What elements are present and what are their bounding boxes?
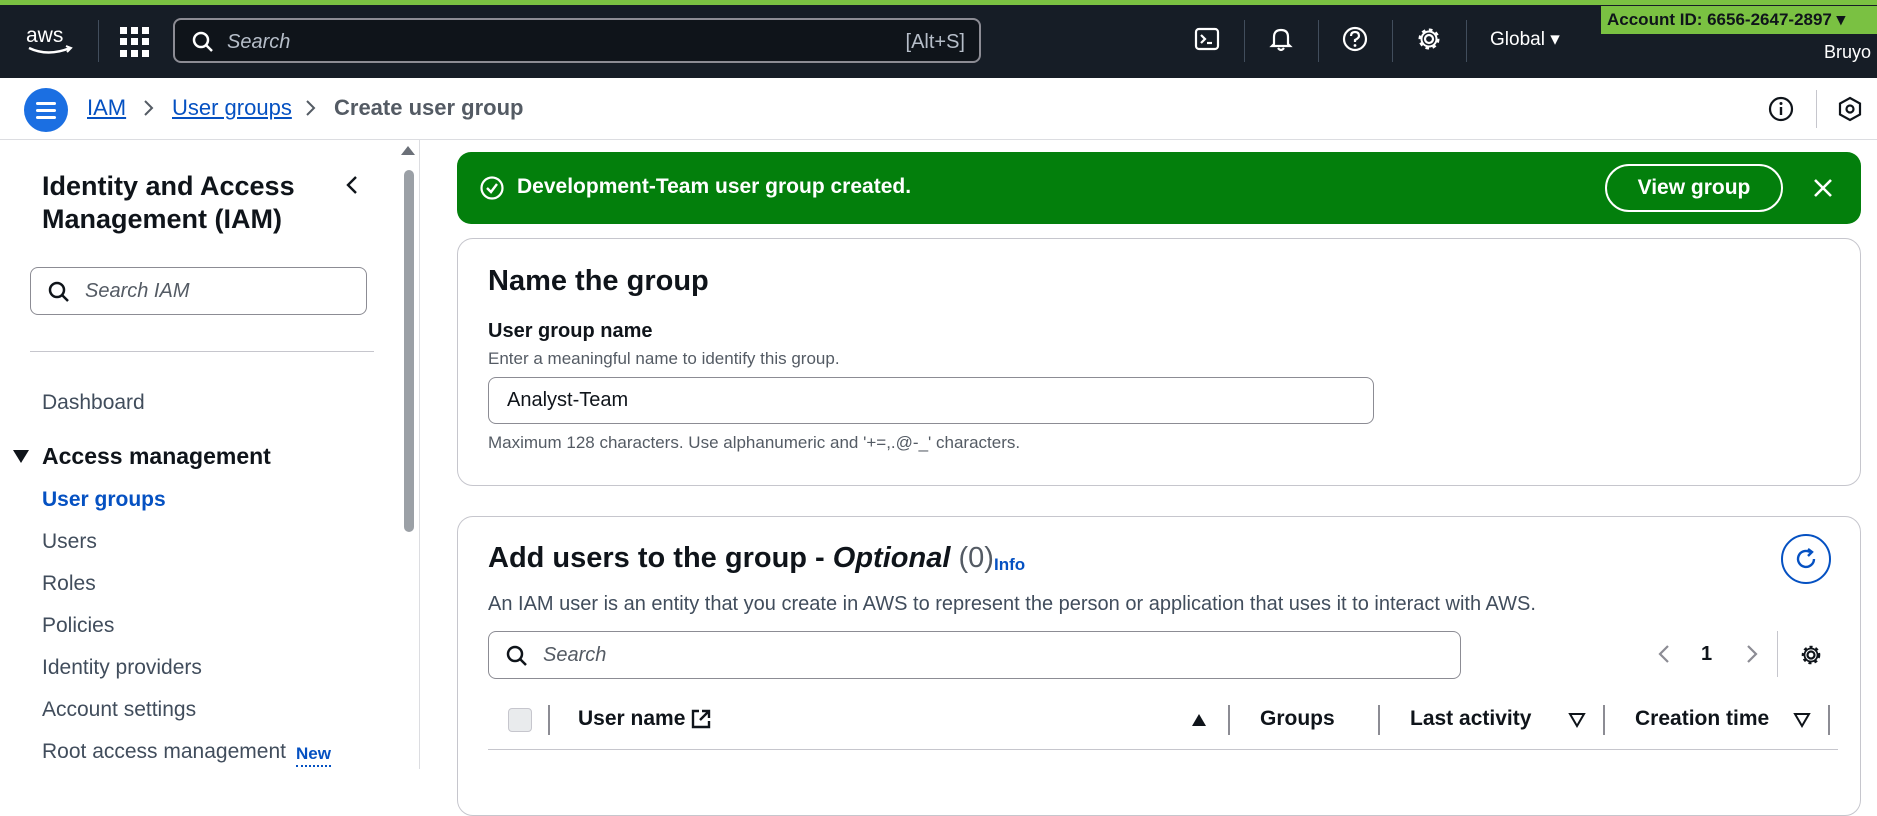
column-divider (548, 705, 550, 735)
region-label: Global (1490, 29, 1545, 50)
sort-descending-icon[interactable] (1793, 712, 1811, 728)
nav-divider (1392, 20, 1393, 62)
breadcrumb-bar: IAM User groups Create user group (0, 78, 1877, 140)
search-placeholder: Search (227, 31, 291, 53)
search-shortcut: [Alt+S] (905, 31, 965, 53)
top-navigation: aws Search [Alt+S] Global ▾ Account ID: … (0, 0, 1877, 78)
top-accent-bar (0, 0, 1877, 5)
success-flashbar: Development-Team user group created. Vie… (457, 152, 1861, 224)
select-all-checkbox[interactable] (508, 708, 532, 732)
account-id[interactable]: Account ID: 6656-2647-2897 ▾ (1601, 6, 1877, 34)
info-link[interactable]: Info (994, 555, 1025, 575)
sidebar-search-placeholder: Search IAM (85, 280, 190, 302)
breadcrumb-current: Create user group (334, 95, 524, 120)
flash-message: Development-Team user group created. (517, 175, 912, 198)
chevron-right-icon[interactable] (1741, 643, 1761, 665)
aws-logo[interactable]: aws (26, 24, 76, 58)
sidebar-scroll-thumb[interactable] (404, 170, 414, 532)
close-icon[interactable] (1811, 176, 1835, 200)
sidebar-divider (30, 351, 374, 352)
user-group-name-label: User group name (488, 320, 653, 342)
sort-descending-icon[interactable] (1568, 712, 1586, 728)
svg-text:aws: aws (26, 24, 63, 47)
column-divider (1378, 705, 1380, 735)
nav-divider (1318, 20, 1319, 62)
nav-divider (98, 20, 99, 62)
column-divider (1603, 705, 1605, 735)
chevron-right-icon (144, 100, 154, 116)
sidebar-search-input[interactable]: Search IAM (30, 267, 367, 315)
search-icon (48, 281, 69, 302)
external-link-icon (691, 709, 711, 729)
nav-divider (1244, 20, 1245, 62)
caret-down-icon: ▾ (1550, 29, 1560, 50)
sidebar-item-dashboard[interactable]: Dashboard (42, 391, 145, 415)
side-navigation: Identity and Access Management (IAM) Sea… (0, 140, 420, 769)
sidebar-item-account-settings[interactable]: Account settings (42, 698, 196, 722)
users-search-input[interactable]: Search (488, 631, 1461, 679)
refresh-button[interactable] (1781, 534, 1831, 584)
name-the-group-panel: Name the group User group name Enter a m… (457, 238, 1861, 486)
sidebar-item-root-access-management[interactable]: Root access management (42, 740, 286, 764)
sidebar-title: Identity and Access Management (IAM) (42, 171, 295, 234)
add-users-title-optional: Optional (832, 542, 951, 574)
region-selector[interactable]: Global ▾ (1490, 28, 1560, 51)
page-number[interactable]: 1 (1701, 643, 1712, 666)
add-users-panel: Add users to the group - Optional (0) In… (457, 516, 1861, 816)
caret-down-icon[interactable] (13, 450, 29, 463)
column-header-last-activity[interactable]: Last activity (1410, 707, 1531, 731)
apps-grid-icon[interactable] (120, 27, 150, 57)
refresh-icon (1796, 548, 1816, 569)
new-badge: New (296, 744, 331, 767)
column-header-user-name[interactable]: User name (578, 707, 685, 731)
sidebar-item-user-groups[interactable]: User groups (42, 488, 166, 512)
user-group-name-input[interactable]: Analyst-Team (488, 377, 1374, 424)
sort-ascending-icon[interactable] (1190, 712, 1208, 728)
panel-title: Name the group (488, 265, 709, 297)
settings-icon[interactable] (1414, 24, 1444, 54)
table-settings-icon[interactable] (1798, 642, 1824, 668)
breadcrumb-user-groups[interactable]: User groups (172, 95, 292, 121)
nav-divider (1466, 20, 1467, 62)
users-search-placeholder: Search (543, 644, 607, 666)
scroll-up-arrow-icon[interactable] (401, 146, 415, 155)
info-icon[interactable] (1767, 95, 1795, 123)
column-header-groups[interactable]: Groups (1260, 707, 1335, 731)
breadcrumb-iam[interactable]: IAM (87, 95, 126, 121)
column-divider (1828, 705, 1830, 735)
check-circle-icon (480, 176, 504, 200)
menu-toggle-button[interactable] (24, 88, 68, 132)
hexagon-settings-icon[interactable] (1836, 95, 1864, 123)
column-divider (1228, 705, 1230, 735)
help-icon[interactable] (1340, 24, 1370, 54)
sidebar-item-identity-providers[interactable]: Identity providers (42, 656, 202, 680)
user-group-name-description: Enter a meaningful name to identify this… (488, 349, 840, 368)
column-header-creation-time[interactable]: Creation time (1635, 707, 1769, 731)
sidebar-item-roles[interactable]: Roles (42, 572, 96, 596)
collapse-sidebar-icon[interactable] (340, 173, 364, 197)
user-name[interactable]: Bruyo (1824, 42, 1871, 63)
view-group-button[interactable]: View group (1605, 164, 1783, 212)
pager-divider (1777, 631, 1778, 677)
chevron-left-icon[interactable] (1655, 643, 1675, 665)
cloudshell-icon[interactable] (1192, 24, 1222, 54)
crumbbar-divider (1816, 90, 1817, 128)
global-search-input[interactable]: Search [Alt+S] (173, 18, 981, 63)
sidebar-item-users[interactable]: Users (42, 530, 97, 554)
chevron-right-icon (306, 100, 316, 116)
add-users-title-main: Add users to the group - (488, 542, 833, 574)
search-icon (192, 31, 213, 52)
users-count: (0) (958, 542, 994, 574)
search-icon (506, 645, 527, 666)
users-description: An IAM user is an entity that you create… (488, 593, 1536, 615)
add-users-title: Add users to the group - Optional (0) (488, 542, 994, 575)
bell-icon[interactable] (1266, 24, 1296, 54)
sidebar-item-policies[interactable]: Policies (42, 614, 114, 638)
table-header-underline (488, 749, 1838, 750)
sidebar-section-access-management[interactable]: Access management (42, 443, 271, 470)
user-group-name-constraint: Maximum 128 characters. Use alphanumeric… (488, 433, 1021, 452)
